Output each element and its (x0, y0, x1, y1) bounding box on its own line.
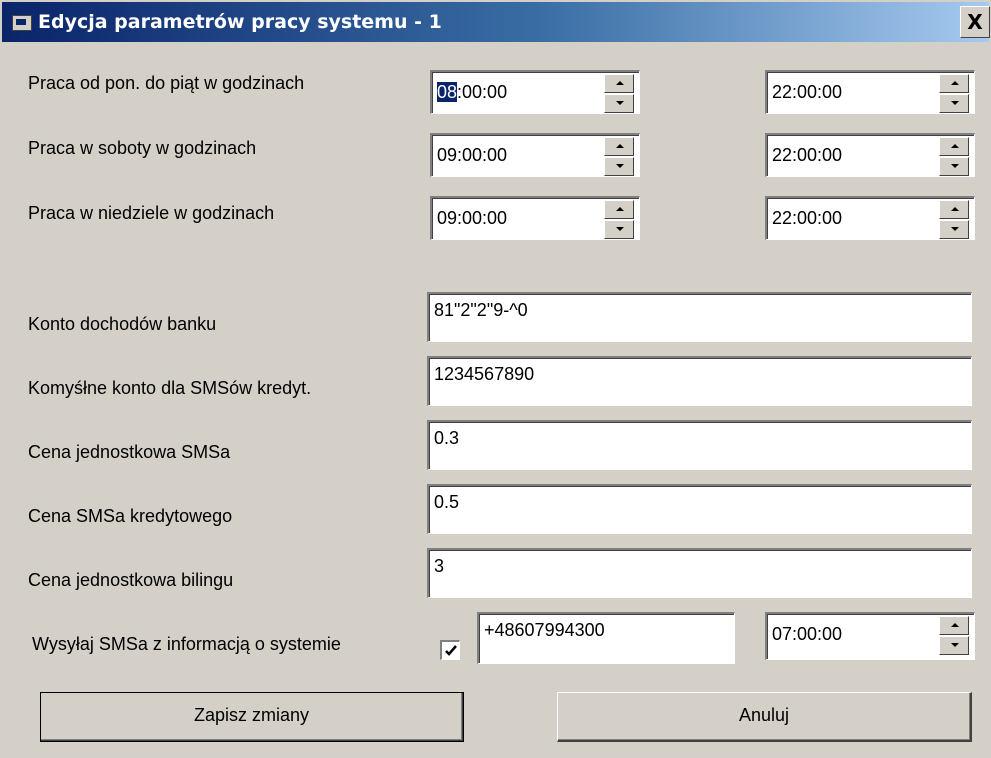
credit-sms-price-input[interactable]: 0.5 (427, 484, 972, 534)
app-icon (12, 15, 32, 31)
saturday-to-spinner (939, 137, 969, 177)
checkmark-icon (445, 645, 457, 656)
sms-credit-account-label: Komyśłne konto dla SMSów kredyt. (28, 378, 312, 398)
save-button[interactable]: Zapisz zmiany (40, 692, 464, 742)
bank-account-input[interactable]: 81"2"2"9-^0 (427, 292, 972, 342)
spin-up-button[interactable] (939, 74, 969, 93)
sms-time-spinner (939, 616, 969, 656)
send-sms-info-label: Wysyłaj SMSa z informacją o systemie (32, 634, 341, 654)
credit-sms-price-label: Cena SMSa kredytowego (28, 506, 233, 526)
cancel-button[interactable]: Anuluj (557, 692, 972, 742)
sms-unit-price-label: Cena jednostkowa SMSa (28, 442, 231, 462)
close-button[interactable]: X (960, 6, 990, 38)
sms-unit-price-input[interactable]: 0.3 (427, 420, 972, 470)
sunday-from-spinner (604, 200, 634, 240)
spin-down-button[interactable] (939, 94, 969, 113)
spin-up-button[interactable] (604, 200, 634, 219)
sms-phone-input[interactable]: +48607994300 (477, 612, 735, 664)
spin-up-button[interactable] (939, 137, 969, 156)
spin-down-button[interactable] (939, 157, 969, 176)
billing-unit-price-label: Cena jednostkowa bilingu (28, 570, 234, 590)
schedule-weekday-label: Praca od pon. do piąt w godzinach (28, 73, 305, 93)
time-rest: :00:00 (457, 82, 508, 102)
dialog-window: Edycja parametrów pracy systemu - 1 X Pr… (0, 0, 991, 758)
weekday-from-time[interactable]: 08:00:00 (430, 70, 640, 114)
sms-time-input[interactable]: 07:00:00 (765, 612, 975, 660)
sunday-to-time[interactable]: 22:00:00 (765, 196, 975, 240)
spin-up-button[interactable] (939, 200, 969, 219)
saturday-to-time[interactable]: 22:00:00 (765, 133, 975, 177)
billing-unit-price-input[interactable]: 3 (427, 548, 972, 598)
schedule-sunday-label: Praca w niedziele w godzinach (28, 203, 275, 223)
spin-up-button[interactable] (939, 616, 969, 635)
spin-down-button[interactable] (939, 636, 969, 655)
title-bar[interactable]: Edycja parametrów pracy systemu - 1 X (2, 2, 990, 42)
spin-down-button[interactable] (604, 157, 634, 176)
spin-down-button[interactable] (939, 220, 969, 239)
saturday-from-spinner (604, 137, 634, 177)
spin-up-button[interactable] (604, 137, 634, 156)
spin-up-button[interactable] (604, 74, 634, 93)
weekday-from-spinner (604, 74, 634, 114)
sms-credit-account-input[interactable]: 1234567890 (427, 356, 972, 406)
spin-down-button[interactable] (604, 220, 634, 239)
bank-account-label: Konto dochodów banku (28, 314, 217, 334)
saturday-from-time[interactable]: 09:00:00 (430, 133, 640, 177)
sunday-to-spinner (939, 200, 969, 240)
send-sms-info-checkbox[interactable] (440, 640, 460, 660)
spin-down-button[interactable] (604, 94, 634, 113)
time-selected-segment: 08 (437, 82, 458, 102)
window-title: Edycja parametrów pracy systemu - 1 (38, 11, 442, 33)
sunday-from-time[interactable]: 09:00:00 (430, 196, 640, 240)
close-icon: X (967, 10, 983, 34)
weekday-to-time[interactable]: 22:00:00 (765, 70, 975, 114)
weekday-to-spinner (939, 74, 969, 114)
schedule-saturday-label: Praca w soboty w godzinach (28, 138, 257, 158)
